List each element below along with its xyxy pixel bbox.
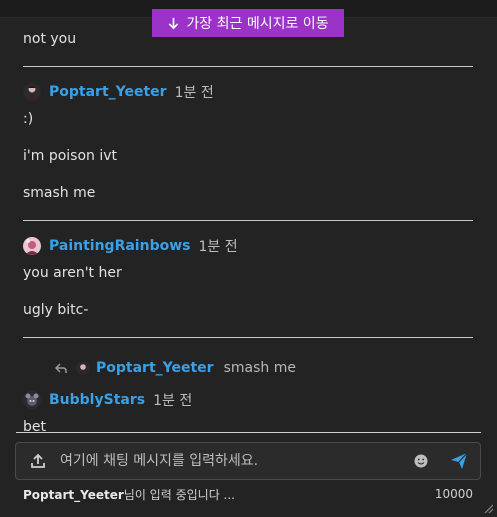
username[interactable]: PaintingRainbows xyxy=(49,238,190,254)
avatar[interactable] xyxy=(23,391,41,409)
message-line: ugly bitc- xyxy=(23,302,89,318)
timestamp: 1분 전 xyxy=(198,239,238,255)
message-header: PaintingRainbows 1분 전 xyxy=(23,236,238,256)
reply-reference[interactable]: Poptart_Yeeter smash me xyxy=(54,358,296,378)
message-composer xyxy=(15,442,481,480)
avatar[interactable] xyxy=(23,237,41,255)
typing-indicator: Poptart_Yeeter님이 입력 중입니다 ... xyxy=(23,486,235,503)
message-divider xyxy=(23,66,473,67)
chat-panel: 가장 최근 메시지로 이동 not you Poptart_Yeeter 1분 … xyxy=(0,0,497,517)
reply-username[interactable]: Poptart_Yeeter xyxy=(96,360,214,376)
reply-snippet: smash me xyxy=(223,360,296,376)
message-line: you aren't her xyxy=(23,265,122,281)
message-header: Poptart_Yeeter 1분 전 xyxy=(23,82,214,102)
message-line: not you xyxy=(23,31,77,47)
username[interactable]: BubblyStars xyxy=(49,392,145,408)
jump-to-latest-button[interactable]: 가장 최근 메시지로 이동 xyxy=(152,9,344,37)
typing-username: Poptart_Yeeter xyxy=(23,488,124,502)
username[interactable]: Poptart_Yeeter xyxy=(49,84,167,100)
jump-to-latest-label: 가장 최근 메시지로 이동 xyxy=(186,16,329,32)
arrow-down-icon xyxy=(169,17,179,29)
timestamp: 1분 전 xyxy=(153,393,193,409)
message-divider xyxy=(23,220,473,221)
composer-divider xyxy=(16,432,481,433)
avatar[interactable] xyxy=(76,361,90,375)
message-line: :) xyxy=(23,111,34,127)
avatar[interactable] xyxy=(23,83,41,101)
emoji-icon[interactable] xyxy=(413,453,429,469)
typing-suffix: 님이 입력 중입니다 ... xyxy=(123,488,235,502)
message-line: i'm poison ivt xyxy=(23,148,118,164)
timestamp: 1분 전 xyxy=(174,85,214,101)
send-icon[interactable] xyxy=(450,452,468,470)
message-line: smash me xyxy=(23,185,96,201)
chat-message-input[interactable] xyxy=(60,449,400,473)
message-header: BubblyStars 1분 전 xyxy=(23,390,192,410)
resize-grip-icon[interactable] xyxy=(483,503,493,513)
character-limit: 10000 xyxy=(434,487,473,501)
message-divider xyxy=(23,337,473,338)
upload-icon[interactable] xyxy=(30,453,46,469)
reply-arrow-icon xyxy=(54,363,67,373)
